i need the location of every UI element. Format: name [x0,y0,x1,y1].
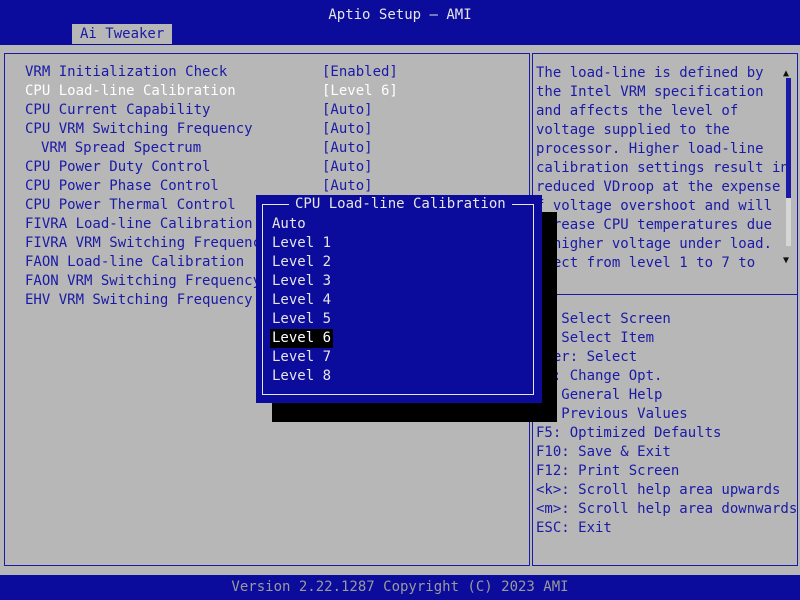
setting-row[interactable]: CPU Load-line Calibration [Level 6] [5,82,525,101]
setting-label: EHV VRM Switching Frequency [25,292,253,308]
setting-value[interactable]: [Level 6] [322,82,398,101]
setting-value[interactable]: [Auto] [322,139,373,158]
setting-label: FIVRA VRM Switching Frequency [25,235,270,251]
setting-label: FIVRA Load-line Calibration [25,216,253,232]
option-popup: CPU Load-line Calibration Auto Level 1 Lev… [256,195,542,403]
setting-row[interactable]: VRM Spread Spectrum [Auto] [5,139,525,158]
setting-row[interactable]: VRM Initialization Check [Enabled] [5,63,525,82]
popup-option[interactable]: Level 6 [270,329,334,348]
help-scrollbar-thumb[interactable] [786,78,791,198]
tab-ai-tweaker[interactable]: Ai Tweaker [72,24,173,44]
setting-row[interactable]: CPU Current Capability [Auto] [5,101,525,120]
setting-label: FAON Load-line Calibration [25,254,245,270]
popup-title: CPU Load-line Calibration [289,195,512,214]
popup-option[interactable]: Level 8 [270,367,333,386]
app-title: Aptio Setup – AMI [328,7,472,23]
setting-value[interactable]: [Auto] [322,120,373,139]
setting-label: VRM Spread Spectrum [41,140,202,156]
setting-row[interactable]: CPU Power Duty Control [Auto] [5,158,525,177]
help-text: The load-line is defined by the Intel VR… [536,65,789,271]
help-divider [533,294,797,295]
setting-label: FAON VRM Switching Frequency [25,273,262,289]
setting-value[interactable]: [Enabled] [322,63,398,82]
setting-label: CPU Power Phase Control [25,178,219,194]
popup-option[interactable]: Level 5 [270,310,333,329]
title-bar: Aptio Setup – AMI Ai Tweaker [0,0,800,45]
popup-option[interactable]: Level 7 [270,348,333,367]
setting-label: CPU Power Thermal Control [25,197,236,213]
status-bar: Version 2.22.1287 Copyright (C) 2023 AMI [0,575,800,600]
setting-row[interactable]: CPU Power Phase Control [Auto] [5,177,525,196]
setting-row[interactable]: CPU VRM Switching Frequency [Auto] [5,120,525,139]
setting-value[interactable]: [Auto] [322,158,373,177]
setting-label: CPU Power Duty Control [25,159,211,175]
setting-value[interactable]: [Auto] [322,101,373,120]
setting-label: VRM Initialization Check [25,64,228,80]
help-scrollbar[interactable] [786,78,791,246]
setting-label: CPU Current Capability [25,102,211,118]
help-panel: The load-line is defined by the Intel VR… [532,53,798,566]
setting-value[interactable]: [Auto] [322,177,373,196]
setting-label: CPU VRM Switching Frequency [25,121,253,137]
popup-option[interactable]: Auto [270,215,308,234]
setting-label: CPU Load-line Calibration [25,83,236,99]
popup-option[interactable]: Level 2 [270,253,333,272]
popup-option[interactable]: Level 4 [270,291,333,310]
version-text: Version 2.22.1287 Copyright (C) 2023 AMI [231,579,569,595]
scroll-down-arrow-icon[interactable]: ▼ [783,251,789,270]
key-legend: Select Screen Select Item er: Select : C… [536,311,798,536]
popup-option[interactable]: Level 3 [270,272,333,291]
popup-option[interactable]: Level 1 [270,234,333,253]
